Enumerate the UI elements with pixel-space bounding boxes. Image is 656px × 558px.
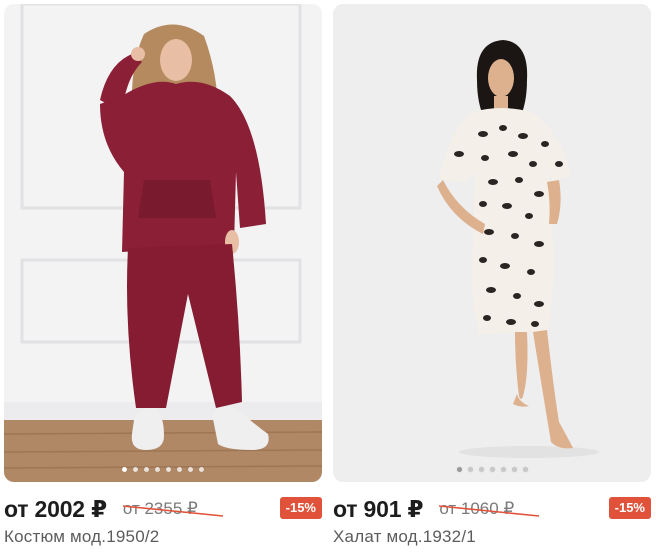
product-photo[interactable] <box>333 4 651 482</box>
price-row: от 901 ₽ от 1060 ₽ -15% <box>333 494 651 524</box>
carousel-dot[interactable] <box>199 467 204 472</box>
carousel-dot[interactable] <box>500 467 506 472</box>
carousel-dot[interactable] <box>489 467 495 472</box>
carousel-dot[interactable] <box>522 467 528 472</box>
carousel-dot[interactable] <box>177 467 182 472</box>
carousel-dot[interactable] <box>511 467 517 472</box>
product-photo[interactable] <box>4 4 322 482</box>
old-price: от 1060 ₽ <box>439 499 540 519</box>
discount-badge: -15% <box>279 497 322 519</box>
carousel-dot[interactable] <box>155 467 160 472</box>
old-price: от 2355 ₽ <box>122 499 223 519</box>
carousel-dot[interactable] <box>456 467 462 472</box>
carousel-dots[interactable] <box>4 467 322 472</box>
carousel-dots[interactable] <box>333 467 651 472</box>
carousel-dot[interactable] <box>188 467 193 472</box>
carousel-dot[interactable] <box>133 467 138 472</box>
product-name[interactable]: Халат мод.1932/1 <box>333 527 476 547</box>
product-name[interactable]: Костюм мод.1950/2 <box>4 527 159 547</box>
carousel-dot[interactable] <box>467 467 473 472</box>
carousel-dot[interactable] <box>166 467 171 472</box>
robe-photo <box>333 4 651 482</box>
old-price-text: от 2355 ₽ <box>122 499 198 518</box>
carousel-dot[interactable] <box>122 467 127 472</box>
current-price: от 2002 ₽ <box>4 495 107 522</box>
discount-badge: -15% <box>608 497 651 519</box>
product-card[interactable]: от 2002 ₽ от 2355 ₽ -15% Костюм мод.1950… <box>4 4 322 558</box>
old-price-text: от 1060 ₽ <box>439 499 515 518</box>
carousel-dot[interactable] <box>478 467 484 472</box>
tracksuit-photo <box>4 4 322 482</box>
carousel-dot[interactable] <box>144 467 149 472</box>
price-row: от 2002 ₽ от 2355 ₽ -15% <box>4 494 322 524</box>
current-price: от 901 ₽ <box>333 495 424 522</box>
product-card[interactable]: от 901 ₽ от 1060 ₽ -15% Халат мод.1932/1 <box>333 4 651 558</box>
